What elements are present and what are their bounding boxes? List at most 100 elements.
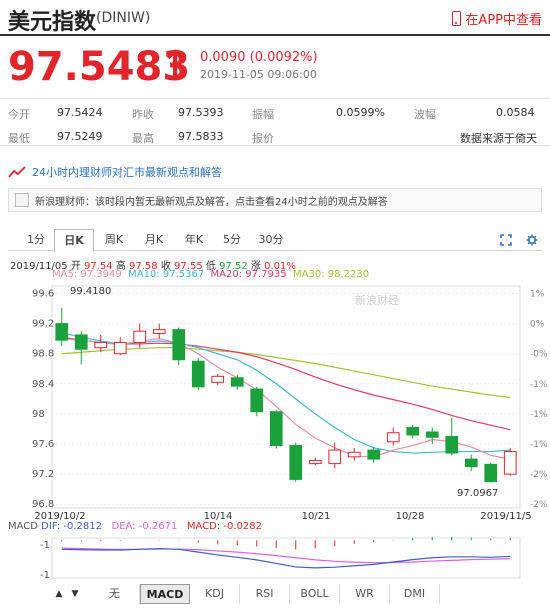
trend-line-icon [8,166,26,178]
watermark-label: 新浪财经 [355,293,399,307]
tab-monthly-k[interactable]: 月K [134,229,174,251]
candle-body [386,432,400,443]
pct-tick-label: -1% [530,440,548,450]
expert-section-title[interactable]: 24小时内理财师对汇市最新观点和解答 [8,164,222,180]
tab-30min[interactable]: 30分 [250,229,292,251]
candle-body [367,449,381,460]
y-tick-label: 98.4 [32,379,54,390]
macd-chart[interactable]: -1 -1 [0,534,550,582]
candle-body [328,449,342,465]
x-tick-label: 2019/10/2 [34,511,85,520]
stat-value: 97.5249 [57,130,103,143]
expert-message: 新浪理财师：该时段内暂无最新观点及解答，点击查看24小时之前的观点及解答 [35,196,388,208]
y-tick-label: 97.2 [32,469,54,480]
x-tick-label: 2019/11/5 [480,511,531,520]
candle-body [133,330,147,343]
y-tick-label: 98.8 [32,349,54,360]
tab-indicator-none[interactable]: 无 [90,584,140,604]
stat-label: 振幅 [252,108,274,121]
page-title: 美元指数 [8,10,97,35]
candle-body [445,436,459,454]
settings-gear-icon[interactable] [526,234,538,246]
stat-label: 波幅 [414,108,436,121]
dif-line [61,547,511,569]
candle-body [191,360,205,388]
candle-body [425,431,439,438]
candle-body [406,426,420,436]
candle-body [289,445,303,480]
data-source-note: 数据来源于倚天 [460,132,537,145]
ma5-legend: MA5: 97.3949 [52,269,122,280]
macd-frame [51,537,521,579]
tab-indicator-boll[interactable]: BOLL [290,584,340,604]
candle-body [230,377,244,387]
candle-body [55,323,69,341]
macd-y-tick: -1 [40,570,50,581]
stats-table: 今开 97.5424 昨收 97.5393 振幅 0.0599% 波幅 0.05… [0,98,550,146]
candle-body [172,329,186,361]
ma5-line [61,338,511,460]
tab-yearly-k[interactable]: 年K [174,229,214,251]
quote-timestamp: 2019-11-05 09:06:00 [200,68,317,81]
pct-tick-label: 1% [530,290,545,300]
open-in-app-label: 在APP中查看 [465,13,542,28]
ma20-legend: MA20: 97.7935 [210,269,287,280]
tab-indicator-rsi[interactable]: RSI [240,584,290,604]
phone-icon [452,11,462,26]
expert-message-box[interactable]: 新浪理财师：该时段内暂无最新观点及解答，点击查看24小时之前的观点及解答 [8,188,542,212]
y-tick-label: 99.2 [32,319,54,330]
candle-body [464,458,478,468]
stat-value: 0.0584 [496,106,535,119]
pct-tick-label: -0% [530,350,548,360]
candle-body [269,411,283,447]
candle-body [484,463,498,483]
candle-body [74,334,88,350]
stat-label: 报价 [252,132,274,145]
stat-label: 昨收 [132,108,154,121]
y-tick-label: 99.6 [32,289,54,300]
macd-label: MACD [8,521,38,532]
tab-indicator-macd[interactable]: MACD [140,584,190,604]
stat-label: 今开 [8,108,30,121]
macd-value-legend: MACD: -0.0282 [186,521,263,532]
fullscreen-icon[interactable] [500,234,512,246]
tab-weekly-k[interactable]: 周K [94,229,134,251]
candlestick-chart[interactable]: 99.6 1% 99.2 0% 98.8 -0% 98.4 -1% 98 -1% 97.6 -1% 97… [0,280,550,520]
open-in-app-link[interactable]: 在APP中查看 [452,9,542,28]
pct-tick-label: 0% [530,320,545,330]
up-arrow-icon: ↑ [160,44,191,85]
tab-daily-k[interactable]: 日K [54,229,94,252]
x-tick-label: 10/14 [204,511,233,520]
min-annotation: 97.0967 [457,488,498,499]
indicator-tabs: 无 MACD KDJ RSI BOLL WR DMI [50,584,548,604]
candle-body [94,341,108,349]
period-tabs: 1分 日K 周K 月K 年K 5分 30分 [8,229,542,252]
stat-value: 0.0599% [336,106,385,119]
tab-1min[interactable]: 1分 [18,229,54,251]
stat-value: 97.5424 [57,106,103,119]
tab-indicator-dmi[interactable]: DMI [390,584,440,604]
ma30-line [61,347,511,398]
pct-tick-label: -1% [530,410,548,420]
macd-legend: MACD DIF: -0.2812 DEA: -0.2671 MACD: -0.… [8,521,262,532]
candle-body [250,388,264,413]
ma-legend: MA5: 97.3949 MA10: 97.5367 MA20: 97.7935… [52,269,369,280]
tab-5min[interactable]: 5分 [214,229,250,251]
dea-legend: DEA: -0.2671 [111,521,178,532]
tab-indicator-kdj[interactable]: KDJ [190,584,240,604]
stat-value: 97.5393 [178,106,224,119]
ma10-legend: MA10: 97.5367 [128,269,205,280]
stat-label: 最低 [8,132,30,145]
candle-body [113,341,127,355]
x-tick-label: 10/21 [302,511,331,520]
y-tick-label: 98 [32,409,45,420]
candle-body [152,329,166,334]
candle-body [503,451,517,475]
macd-y-tick: -1 [40,540,50,551]
symbol-code: (DINIW) [96,10,151,26]
expert-title: 24小时内理财师对汇市最新观点和解答 [32,166,222,179]
tab-indicator-wr[interactable]: WR [340,584,390,604]
x-tick-label: 10/28 [396,511,425,520]
price-change: 0.0090 (0.0092%) [200,50,318,65]
ma30-legend: MA30: 98.2230 [293,269,370,280]
